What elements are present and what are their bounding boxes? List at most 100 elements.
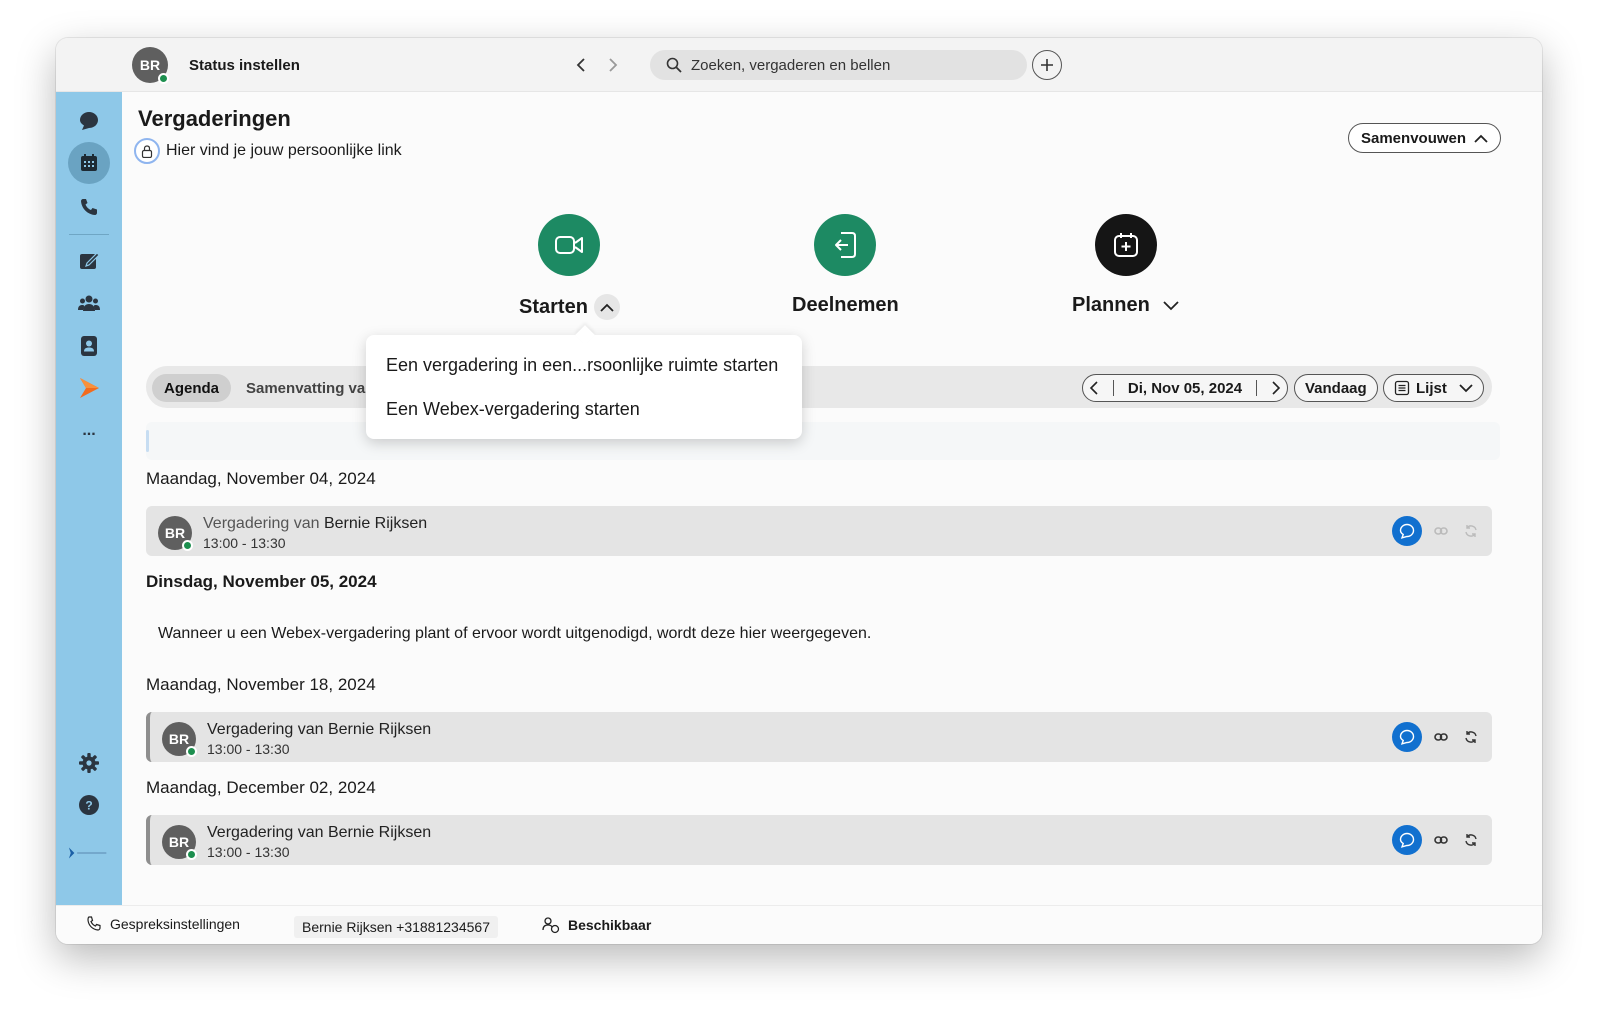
schedule-meeting-button[interactable]: [1094, 214, 1157, 276]
brand-logo: [68, 832, 110, 874]
avatar: BR: [158, 516, 193, 551]
date-navigator: Di, Nov 05, 2024: [1082, 374, 1288, 402]
meeting-link-button[interactable]: [1430, 726, 1452, 748]
messaging-icon: [80, 112, 98, 130]
call-settings-button[interactable]: Gespreksinstellingen: [86, 916, 240, 932]
meetings-panel: Vergaderingen Hier vind je jouw persoonl…: [122, 92, 1542, 905]
collapse-button[interactable]: Samenvouwen: [1348, 123, 1502, 153]
list-icon: [1394, 380, 1410, 396]
sidebar-item-whiteboard[interactable]: [68, 240, 110, 282]
sidebar: ... ?: [56, 92, 122, 905]
sidebar-item-webex-app[interactable]: [68, 367, 110, 409]
meeting-row[interactable]: BR Vergadering van Bernie Rijksen 13:00 …: [146, 815, 1492, 865]
collapse-label: Samenvouwen: [1361, 129, 1467, 147]
meeting-recurring-button[interactable]: [1460, 520, 1482, 542]
call-settings-label: Gespreksinstellingen: [110, 916, 240, 932]
meeting-host: Bernie Rijksen: [323, 515, 428, 532]
settings-icon: [79, 753, 99, 773]
sidebar-item-calling[interactable]: [68, 186, 110, 228]
availability-button[interactable]: Beschikbaar: [542, 916, 651, 934]
agenda-toolbar: Agenda Samenvatting var Di, Nov 05, 2024…: [146, 366, 1492, 408]
forward-button[interactable]: [600, 52, 626, 78]
user-number[interactable]: Bernie Rijksen +31881234567: [294, 916, 498, 938]
join-label: Deelnemen: [792, 294, 899, 316]
avatar: BR: [162, 825, 197, 860]
avatar-initials: BR: [168, 834, 190, 850]
search-input[interactable]: Zoeken, vergaderen en bellen: [650, 50, 1027, 80]
new-action-button[interactable]: [1032, 50, 1062, 80]
start-meeting-button[interactable]: [538, 214, 601, 276]
meeting-title: Vergadering van Bernie Rijksen: [207, 824, 432, 841]
tab-summary[interactable]: Samenvatting var: [234, 374, 383, 402]
meeting-title: Vergadering van Bernie Rijksen: [207, 721, 432, 738]
join-action: Deelnemen: [792, 214, 899, 317]
chat-icon: [1399, 832, 1415, 848]
sidebar-item-settings[interactable]: [68, 742, 110, 784]
chevron-left-icon[interactable]: [1089, 381, 1099, 395]
divider: [1256, 380, 1258, 396]
meeting-actions: [1392, 825, 1482, 855]
link-icon: [1434, 836, 1448, 844]
calendar-icon: [81, 154, 97, 171]
today-button[interactable]: Vandaag: [1294, 374, 1378, 402]
menu-item-webex-meeting[interactable]: Een Webex-vergadering starten: [386, 399, 640, 420]
availability-icon: [542, 917, 560, 934]
day-heading: Maandag, November 04, 2024: [146, 469, 376, 488]
meeting-row[interactable]: BR Vergadering van Bernie Rijksen 13:00 …: [146, 506, 1492, 556]
calendar-add-icon: [1113, 233, 1138, 257]
user-number-label: Bernie Rijksen +31881234567: [294, 916, 498, 938]
page-title: Vergaderingen: [138, 106, 291, 131]
menu-item-personal-room[interactable]: Een vergadering in een...rsoonlijke ruim…: [386, 355, 778, 376]
recurring-icon: [1465, 525, 1477, 537]
start-label: Starten: [519, 295, 588, 318]
sidebar-item-teams[interactable]: [68, 282, 110, 324]
personal-link[interactable]: Hier vind je jouw persoonlijke link: [134, 138, 402, 164]
sidebar-item-more[interactable]: ...: [68, 410, 110, 452]
webex-app-icon: [80, 378, 99, 398]
chevron-down-icon[interactable]: [1162, 300, 1180, 311]
sidebar-item-meetings[interactable]: [68, 142, 110, 184]
today-label: Vandaag: [1305, 379, 1367, 397]
sidebar-item-contacts[interactable]: [68, 325, 110, 367]
meeting-title: Vergadering van Bernie Rijksen: [203, 515, 427, 533]
meeting-time: 13:00 - 13:30: [203, 535, 286, 551]
sidebar-item-messaging[interactable]: [68, 100, 110, 142]
brand-logo-icon: [68, 847, 107, 859]
meeting-chat-button[interactable]: [1392, 825, 1422, 855]
search-placeholder: Zoeken, vergaderen en bellen: [691, 56, 891, 74]
meeting-row[interactable]: BR Vergadering van Bernie Rijksen 13:00 …: [146, 712, 1492, 762]
avatar: BR: [162, 722, 197, 757]
chevron-right-icon[interactable]: [1271, 381, 1281, 395]
meeting-chat-button[interactable]: [1392, 516, 1422, 546]
current-date[interactable]: Di, Nov 05, 2024: [1128, 380, 1242, 397]
set-status-button[interactable]: Status instellen: [189, 57, 300, 74]
presence-indicator: [186, 849, 197, 860]
meeting-chat-button[interactable]: [1392, 722, 1422, 752]
join-meeting-button[interactable]: [814, 214, 877, 276]
lock-icon: [134, 138, 160, 164]
avatar-initials: BR: [139, 57, 161, 73]
chevron-left-icon: [576, 58, 585, 72]
sidebar-item-help[interactable]: ?: [68, 784, 110, 826]
meeting-recurring-button[interactable]: [1460, 726, 1482, 748]
presence-indicator: [182, 540, 193, 551]
start-action: Starten: [519, 214, 620, 320]
chevron-down-icon: [1459, 383, 1473, 392]
tab-agenda[interactable]: Agenda: [152, 374, 232, 402]
plus-icon: [1041, 59, 1053, 71]
recurring-icon: [1465, 834, 1477, 846]
avatar[interactable]: BR: [132, 47, 169, 84]
more-icon: ...: [82, 422, 96, 439]
availability-label: Beschikbaar: [568, 917, 652, 933]
meeting-link-button[interactable]: [1430, 829, 1452, 851]
view-select[interactable]: Lijst: [1383, 374, 1484, 402]
start-options-toggle[interactable]: [593, 294, 620, 320]
strip-accent: [146, 430, 149, 452]
status-footer: Gespreksinstellingen Bernie Rijksen +318…: [56, 905, 1542, 944]
back-button[interactable]: [568, 52, 594, 78]
meeting-recurring-button[interactable]: [1460, 829, 1482, 851]
sidebar-divider: [69, 234, 109, 235]
call-settings-icon: [87, 916, 101, 931]
upcoming-strip: [146, 422, 1500, 460]
meeting-link-button[interactable]: [1430, 520, 1452, 542]
